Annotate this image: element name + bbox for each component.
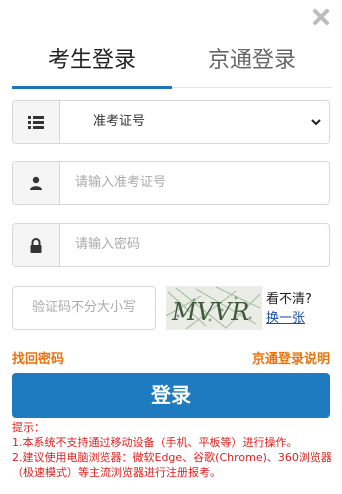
forgot-password-link[interactable]: 找回密码 bbox=[12, 348, 64, 367]
jingtong-help-link[interactable]: 京通登录说明 bbox=[252, 348, 330, 367]
id-number-field[interactable]: 请输入准考证号 bbox=[12, 161, 330, 205]
notice: 提示： 1.本系统不支持通过移动设备（手机、平板等）进行操作。 2.建议使用电脑… bbox=[12, 420, 334, 480]
login-button[interactable]: 登录 bbox=[12, 373, 330, 418]
notice-line-2: 2.建议使用电脑浏览器：微软Edge、谷歌(Chrome)、360浏览器（极速模… bbox=[12, 451, 332, 479]
captcha-image[interactable]: MVVR bbox=[166, 286, 262, 330]
lock-icon bbox=[13, 224, 60, 266]
user-icon bbox=[13, 162, 60, 204]
close-icon[interactable] bbox=[312, 8, 330, 26]
login-tabs: 考生登录 京通登录 bbox=[12, 46, 332, 88]
captcha-text: MVVR bbox=[171, 298, 249, 326]
tab-jingtong-login[interactable]: 京通登录 bbox=[172, 46, 332, 76]
id-number-placeholder: 请输入准考证号 bbox=[75, 175, 167, 190]
notice-line-1: 1.本系统不支持通过移动设备（手机、平板等）进行操作。 bbox=[12, 436, 298, 449]
id-type-value: 准考证号 bbox=[93, 114, 146, 129]
notice-title: 提示： bbox=[12, 421, 45, 434]
password-placeholder: 请输入密码 bbox=[75, 237, 141, 252]
tab-candidate-login[interactable]: 考生登录 bbox=[12, 46, 172, 76]
chevron-down-icon bbox=[311, 119, 321, 126]
captcha-refresh-link[interactable]: 换一张 bbox=[266, 307, 305, 326]
active-tab-indicator bbox=[12, 86, 172, 89]
captcha-input[interactable]: 验证码不分大小写 bbox=[12, 286, 156, 330]
password-field[interactable]: 请输入密码 bbox=[12, 223, 330, 267]
list-icon bbox=[13, 101, 60, 143]
captcha-hint: 看不清? bbox=[266, 292, 312, 307]
id-type-select[interactable]: 准考证号 bbox=[12, 100, 330, 144]
